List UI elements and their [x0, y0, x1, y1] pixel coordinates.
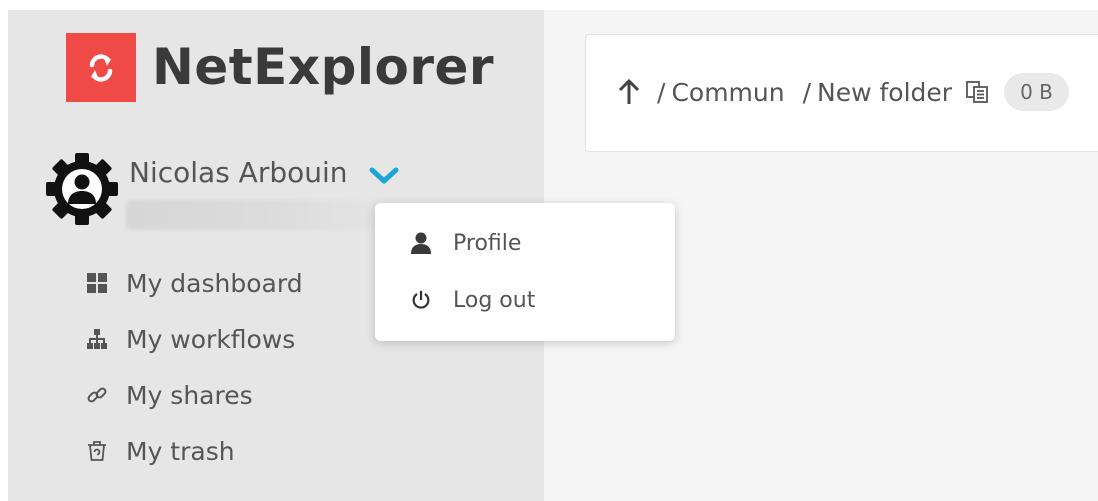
user-dropdown-menu: Profile Log out — [375, 203, 675, 341]
left-margin — [0, 0, 8, 501]
menu-item-label: Profile — [453, 230, 522, 256]
sidebar-item-my-dashboard[interactable]: My dashboard — [84, 263, 303, 303]
user-gear-icon[interactable] — [44, 151, 120, 227]
logo-text[interactable]: NetExplorer — [152, 32, 494, 102]
folder-size-badge: 0 B — [1004, 73, 1069, 111]
person-icon — [408, 230, 434, 256]
copy-path-icon[interactable] — [964, 79, 990, 105]
workflow-tree-icon — [84, 326, 110, 352]
breadcrumb-separator: / — [802, 77, 812, 107]
dashboard-grid-icon — [84, 270, 110, 296]
menu-item-label: Log out — [453, 287, 536, 313]
trash-icon — [84, 438, 110, 464]
sidebar-item-label: My shares — [126, 380, 253, 410]
breadcrumb-separator: / — [657, 77, 666, 107]
logo-mark[interactable] — [66, 33, 136, 102]
user-name[interactable]: Nicolas Arbouin — [129, 155, 348, 191]
sidebar-item-my-workflows[interactable]: My workflows — [84, 319, 295, 359]
sidebar-item-label: My trash — [126, 436, 235, 466]
sidebar-item-label: My workflows — [126, 324, 296, 354]
sidebar-item-my-trash[interactable]: My trash — [84, 431, 235, 471]
breadcrumb-commun[interactable]: Commun — [671, 78, 784, 107]
arrow-up-icon[interactable] — [617, 78, 641, 106]
top-margin — [0, 0, 1098, 10]
menu-item-profile[interactable]: Profile — [375, 221, 675, 265]
link-icon — [84, 382, 110, 408]
menu-item-log-out[interactable]: Log out — [375, 278, 675, 322]
breadcrumb: / Commun / New folder 0 B — [617, 72, 1069, 112]
sidebar-item-label: My dashboard — [126, 268, 303, 298]
app-window: NetExplorer Nicolas Arbouin My dashboard… — [0, 0, 1098, 501]
sidebar-item-my-shares[interactable]: My shares — [84, 375, 253, 415]
breadcrumb-new-folder[interactable]: New folder — [817, 78, 952, 107]
sync-arrows-icon — [89, 54, 113, 82]
power-icon — [408, 287, 434, 313]
chevron-down-icon[interactable] — [368, 165, 400, 187]
user-email-blurred — [126, 200, 376, 230]
